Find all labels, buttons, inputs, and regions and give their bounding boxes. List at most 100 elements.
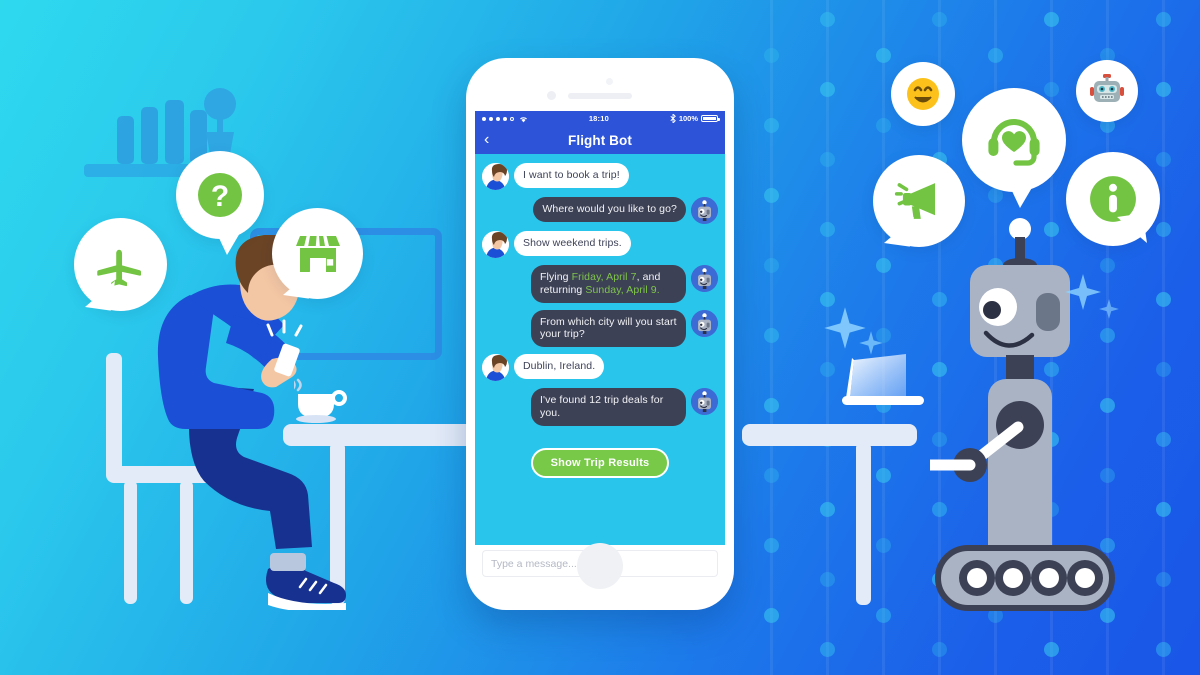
sparkle-icon bbox=[1099, 299, 1119, 319]
megaphone-icon bbox=[894, 183, 936, 219]
app-navigation-bar: ‹ Flight Bot bbox=[475, 126, 725, 154]
bot-avatar bbox=[691, 197, 718, 224]
status-bar: 18:10 100% bbox=[475, 111, 725, 126]
speech-bubble-announce[interactable] bbox=[873, 155, 965, 247]
background-dot bbox=[764, 398, 779, 413]
show-trip-results-button[interactable]: Show Trip Results bbox=[530, 447, 670, 478]
background-dot bbox=[1044, 82, 1059, 97]
status-bar-time: 18:10 bbox=[588, 114, 609, 123]
background-dot bbox=[820, 222, 835, 237]
user-avatar bbox=[482, 354, 509, 382]
background-dot bbox=[1156, 642, 1171, 657]
background-dot bbox=[1156, 222, 1171, 237]
smiling-face-emoji bbox=[907, 78, 939, 110]
chat-message-row: I've found 12 trip deals for you. bbox=[482, 388, 718, 426]
speech-bubble-help[interactable]: ? bbox=[176, 151, 264, 255]
battery-full-icon bbox=[701, 115, 720, 122]
background-dot bbox=[932, 642, 947, 657]
background-dot bbox=[764, 328, 779, 343]
chat-message-row: From which city will you start your trip… bbox=[482, 309, 718, 348]
message-text-part: Flying bbox=[540, 271, 572, 283]
background-dot bbox=[932, 12, 947, 27]
background-dot bbox=[876, 538, 891, 553]
background-dot bbox=[1044, 12, 1059, 27]
highlighted-date: Sunday, April 9. bbox=[585, 283, 660, 296]
background-dot bbox=[820, 572, 835, 587]
wifi-icon bbox=[520, 116, 527, 122]
background-dot bbox=[876, 608, 891, 623]
smartphone-mockup: 18:10 100% ‹ Flight Bot I want to book a… bbox=[466, 58, 734, 610]
sparkle-icon bbox=[859, 331, 883, 355]
front-camera-icon bbox=[547, 91, 556, 100]
battery-percent-label: 100% bbox=[678, 114, 698, 123]
robot-face-emoji bbox=[1090, 74, 1124, 102]
background-dot bbox=[820, 502, 835, 517]
user-avatar-image bbox=[482, 163, 509, 190]
coffee-cup-icon bbox=[294, 378, 347, 423]
background-dot bbox=[820, 152, 835, 167]
robot-wheel-track bbox=[935, 545, 1115, 611]
background-dot bbox=[764, 258, 779, 273]
background-dot bbox=[1156, 152, 1171, 167]
user-avatar-image bbox=[482, 354, 509, 382]
message-list: I want to book a trip! Where would you li… bbox=[475, 154, 725, 439]
speech-bubble-shop[interactable] bbox=[272, 208, 363, 299]
user-message-bubble: I want to book a trip! bbox=[514, 163, 629, 188]
headset-heart-icon bbox=[988, 119, 1040, 166]
speech-bubble-robot[interactable] bbox=[1076, 60, 1138, 122]
background-dot bbox=[876, 258, 891, 273]
home-button[interactable] bbox=[577, 543, 623, 589]
background-dot bbox=[764, 48, 779, 63]
chat-message-row: Where would you like to go? bbox=[482, 197, 718, 224]
user-avatar bbox=[482, 163, 509, 190]
background-dot bbox=[764, 468, 779, 483]
speech-bubble-flights[interactable] bbox=[74, 218, 167, 311]
dotted-column bbox=[764, 0, 779, 675]
speech-bubble-info[interactable] bbox=[1066, 152, 1160, 246]
background-dot bbox=[820, 12, 835, 27]
bot-avatar-image bbox=[691, 197, 718, 224]
user-message-bubble: Show weekend trips. bbox=[514, 231, 631, 256]
airplane-icon bbox=[96, 249, 141, 286]
speech-bubble-support[interactable] bbox=[962, 88, 1066, 208]
chat-message-row: I want to book a trip! bbox=[482, 163, 718, 190]
bot-avatar-image bbox=[691, 265, 718, 292]
background-dot bbox=[988, 48, 1003, 63]
bot-message-bubble: I've found 12 trip deals for you. bbox=[531, 388, 686, 426]
earpiece-speaker bbox=[568, 93, 632, 99]
phone-screen: 18:10 100% ‹ Flight Bot I want to book a… bbox=[475, 111, 725, 545]
background-dot bbox=[764, 118, 779, 133]
background-dot bbox=[1156, 432, 1171, 447]
signal-dots-icon bbox=[482, 115, 528, 123]
background-dot bbox=[876, 468, 891, 483]
bluetooth-icon bbox=[670, 114, 676, 123]
chat-message-row: Dublin, Ireland. bbox=[482, 354, 718, 382]
bot-avatar-image bbox=[691, 388, 718, 416]
chevron-left-icon[interactable]: ‹ bbox=[484, 132, 489, 148]
background-dot bbox=[1156, 82, 1171, 97]
chat-message-row: Flying Friday, April 7, and returning Su… bbox=[482, 265, 718, 303]
background-dot bbox=[764, 538, 779, 553]
bot-avatar bbox=[691, 309, 718, 337]
background-dot bbox=[764, 608, 779, 623]
background-dot bbox=[1156, 572, 1171, 587]
user-avatar bbox=[482, 231, 509, 258]
user-message-bubble: Dublin, Ireland. bbox=[514, 354, 605, 379]
bot-avatar-image bbox=[691, 309, 718, 337]
svg-text:?: ? bbox=[211, 180, 229, 213]
bot-avatar bbox=[691, 388, 718, 416]
speech-bubble-happy[interactable] bbox=[891, 62, 955, 126]
dotted-column bbox=[1156, 0, 1171, 675]
bot-message-bubble: From which city will you start your trip… bbox=[531, 309, 686, 348]
bot-message-bubble: Where would you like to go? bbox=[533, 197, 686, 222]
info-circle-icon bbox=[1090, 176, 1136, 222]
proximity-sensor-icon bbox=[606, 78, 613, 85]
background-dot bbox=[820, 82, 835, 97]
bot-avatar bbox=[691, 265, 718, 292]
question-mark-icon: ? bbox=[198, 173, 242, 217]
background-dot bbox=[820, 642, 835, 657]
chat-message-row: Show weekend trips. bbox=[482, 231, 718, 258]
background-dot bbox=[876, 118, 891, 133]
page-title: Flight Bot bbox=[568, 132, 632, 148]
storefront-icon bbox=[295, 235, 340, 272]
